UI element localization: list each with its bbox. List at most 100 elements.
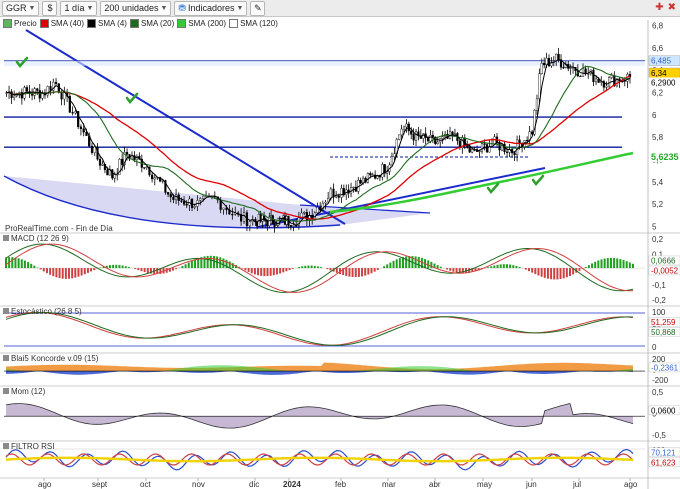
candle-body	[381, 164, 384, 178]
add-icon[interactable]: ✚	[655, 2, 663, 13]
candle-body	[429, 134, 432, 142]
legend-item[interactable]: Precio	[3, 19, 37, 28]
candle-body	[71, 112, 74, 114]
legend-label: SMA (4)	[98, 19, 127, 28]
legend-item[interactable]: SMA (4)	[87, 19, 127, 28]
legend-item[interactable]: SMA (20)	[129, 19, 174, 28]
candle-body	[193, 206, 196, 208]
panel-title-swatch	[3, 388, 9, 394]
candle-body	[410, 130, 413, 135]
candle-body	[172, 196, 175, 200]
candle-body	[543, 62, 546, 66]
panel-value-text: 0,0666	[651, 256, 676, 265]
price-axis-tick: 6,8	[652, 22, 664, 31]
panel-axis-tick: -0,2	[652, 296, 666, 305]
candle-body	[478, 150, 481, 153]
candle-body	[182, 201, 186, 205]
x-axis-tick: abr	[429, 480, 441, 489]
candle-body	[90, 145, 94, 153]
legend-swatch	[177, 19, 187, 28]
candle-body	[414, 131, 418, 141]
panel-title-swatch	[3, 355, 9, 361]
candle-body	[121, 159, 124, 165]
price-label-text: 5,6235	[651, 152, 679, 162]
panel-value-text: 61,623	[651, 458, 676, 467]
candle-body	[538, 73, 541, 100]
legend-swatch	[87, 19, 97, 28]
dollar-icon[interactable]: $	[42, 0, 58, 16]
stochastic-panel	[4, 311, 645, 347]
units-selector[interactable]: 200 unidades ▼	[100, 0, 172, 16]
pencil-icon[interactable]: ✎	[250, 0, 266, 16]
panel-axis-tick: -0,1	[652, 281, 666, 290]
candle-body	[113, 174, 116, 179]
candle-body	[555, 53, 558, 62]
price-axis-tick: 6,6	[652, 44, 664, 53]
candle-body	[13, 95, 16, 98]
x-axis-tick: 2024	[283, 480, 301, 489]
timeframe-label: 1 día	[64, 3, 85, 13]
koncorde-panel	[4, 362, 645, 375]
timeframe-selector[interactable]: 1 día ▼	[60, 0, 98, 16]
chevron-down-icon: ▼	[236, 4, 244, 12]
indicators-icon: ⛃	[178, 2, 186, 13]
candle-body	[275, 225, 278, 228]
x-axis-tick: feb	[335, 480, 347, 489]
price-label-text: 6,34	[651, 69, 667, 78]
legend-label: SMA (200)	[188, 19, 227, 28]
close-icon[interactable]: ✖	[668, 2, 676, 13]
candle-body	[405, 123, 408, 128]
candle-body	[231, 214, 234, 216]
candle-body	[483, 143, 486, 145]
candle-body	[329, 188, 332, 199]
price-axis-tick: 5	[652, 222, 657, 231]
legend-item[interactable]: SMA (120)	[229, 19, 278, 28]
x-axis-tick: ago	[38, 480, 52, 489]
x-axis-tick: dic	[249, 480, 259, 489]
candle-body	[569, 67, 572, 69]
candle-body	[335, 195, 338, 198]
trading-chart-window: ProRealTime.com - Fin de Día6,86,66,46,2…	[0, 0, 680, 489]
panel-value-text: -0,0052	[651, 266, 679, 275]
candle-body	[505, 151, 509, 153]
candle-body	[101, 163, 104, 166]
legend-item[interactable]: SMA (40)	[39, 19, 84, 28]
panel-title-swatch	[3, 443, 9, 449]
candle-body	[276, 217, 280, 226]
koncorde-orange-area	[6, 362, 633, 372]
candle-body	[337, 195, 340, 198]
candle-body	[36, 88, 39, 91]
candle-body	[106, 169, 109, 176]
symbol-label: GGR	[6, 3, 27, 13]
candle-body	[49, 86, 52, 91]
candle-body	[402, 126, 406, 130]
candle-body	[278, 217, 281, 220]
panel-title: Blai5 Koncorde v.09 (15)	[11, 354, 99, 363]
candle-body	[412, 134, 415, 141]
panel-value-text: 50,868	[651, 328, 676, 337]
legend-swatch	[129, 19, 139, 28]
stochastic-k-line	[5, 311, 634, 346]
chevron-down-icon: ▼	[160, 4, 168, 12]
panel-axis-tick: -0,5	[652, 431, 666, 440]
momentum-panel	[4, 403, 645, 429]
x-axis-tick: mar	[382, 480, 396, 489]
candle-body	[441, 136, 444, 139]
candle-body	[202, 195, 205, 199]
candle-body	[180, 200, 183, 202]
chart-canvas[interactable]: ProRealTime.com - Fin de Día6,86,66,46,2…	[0, 0, 680, 489]
legend-label: Precio	[14, 19, 37, 28]
candle-body	[273, 223, 276, 228]
candle-body	[592, 69, 595, 83]
x-axis-tick: oct	[140, 480, 151, 489]
candle-body	[584, 68, 587, 74]
candle-body	[125, 151, 129, 155]
legend-item[interactable]: SMA (200)	[177, 19, 226, 28]
candle-body	[352, 186, 355, 189]
candle-body	[303, 211, 306, 214]
candle-body	[340, 188, 343, 198]
x-axis-tick: may	[477, 480, 492, 489]
indicators-button[interactable]: ⛃ Indicadores ▼	[174, 0, 248, 16]
candle-body	[594, 78, 598, 83]
symbol-selector[interactable]: GGR ▼	[2, 0, 40, 16]
